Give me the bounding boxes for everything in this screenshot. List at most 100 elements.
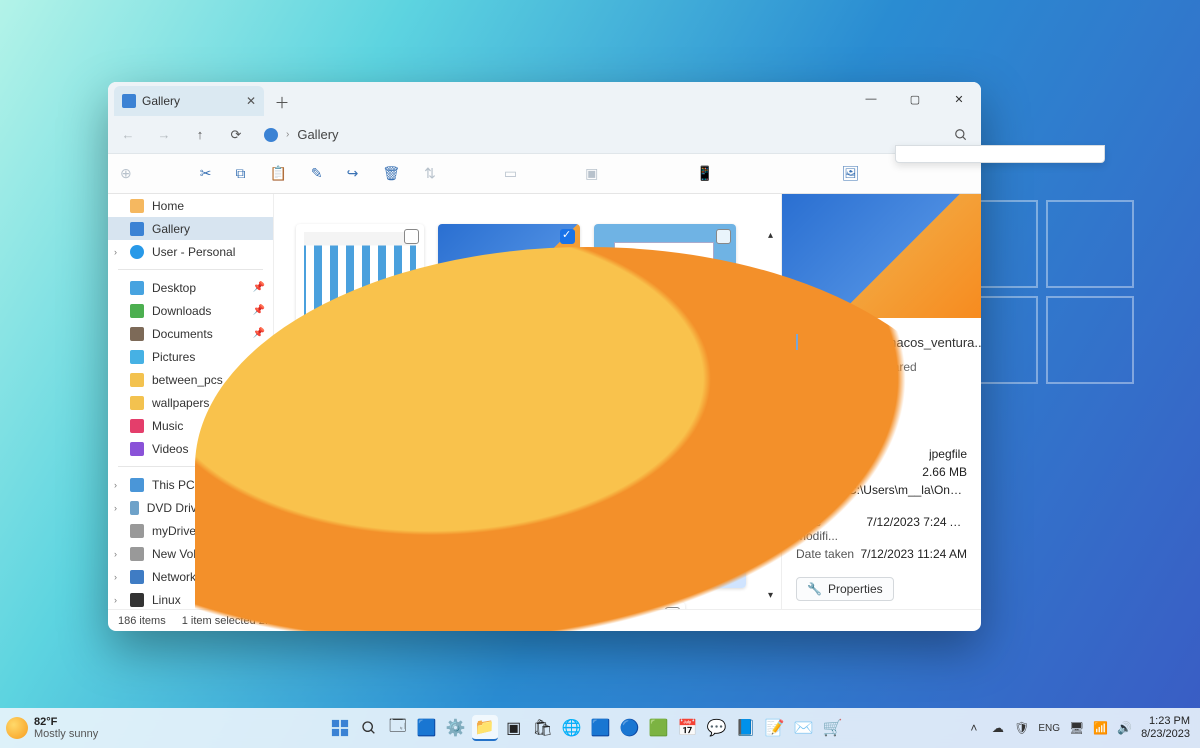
minimize-button[interactable]: —	[849, 82, 893, 116]
sidebar-item-downloads[interactable]: Downloads 📌	[108, 299, 273, 322]
widgets-icon[interactable]: 🟦	[414, 715, 440, 741]
copilot-icon[interactable]: 🛍	[530, 715, 556, 741]
pin-icon[interactable]: 📌	[253, 282, 265, 293]
breadcrumb[interactable]: › Gallery	[264, 127, 933, 142]
gallery-icon	[122, 94, 136, 108]
wifi-tray-icon[interactable]: 📶	[1093, 721, 1108, 736]
sidebar-label: Downloads	[152, 304, 211, 318]
sidebar-item-gallery[interactable]: Gallery	[108, 217, 273, 240]
rename-icon[interactable]: ✎	[311, 165, 323, 183]
thumbnail-checkbox[interactable]	[404, 229, 419, 244]
phone-link-icon[interactable]: 📱	[696, 165, 713, 183]
paste-icon[interactable]: 📋	[269, 165, 286, 183]
tab-gallery[interactable]: Gallery ✕	[114, 86, 264, 116]
sort-icon[interactable]: ⇅	[424, 165, 436, 183]
taskbar-time: 1:23 PM	[1141, 715, 1190, 728]
dvd-icon	[130, 501, 139, 515]
refresh-icon[interactable]: ⟳	[228, 127, 244, 143]
chevron-right-icon[interactable]: ›	[114, 247, 117, 257]
taskbar-date: 8/23/2023	[1141, 728, 1190, 741]
search-icon[interactable]	[953, 127, 969, 143]
onedrive-tray-icon[interactable]: ☁	[990, 721, 1005, 736]
folder-icon	[130, 396, 144, 410]
taskbar-weather[interactable]: 82°F Mostly sunny	[6, 716, 206, 740]
background-icon[interactable]: 🖼	[842, 165, 860, 183]
window-tab-bar: Gallery ✕ ＋ — ▢ ✕	[108, 82, 981, 116]
chevron-right-icon[interactable]: ›	[114, 549, 117, 559]
file-explorer-icon[interactable]: 📁	[472, 715, 498, 741]
copy-icon[interactable]: ⧉	[235, 165, 245, 183]
tab-title: Gallery	[142, 94, 180, 108]
jpeg-file-icon	[796, 334, 798, 350]
share-icon[interactable]: ↪	[347, 165, 359, 183]
sidebar-item-documents[interactable]: Documents 📌	[108, 322, 273, 345]
thumbnail-checkbox[interactable]	[560, 229, 575, 244]
chevron-right-icon[interactable]: ›	[114, 595, 117, 605]
collapse-up-icon[interactable]: ▴	[768, 230, 773, 241]
calendar-app-icon[interactable]: 📅	[675, 715, 701, 741]
file-preview	[782, 194, 981, 318]
volume-tray-icon[interactable]: 🔊	[1117, 721, 1132, 736]
close-tab-icon[interactable]: ✕	[246, 94, 256, 108]
sidebar-item-user[interactable]: › User - Personal	[108, 240, 273, 263]
sidebar-label: Music	[152, 419, 183, 433]
sidebar-label: User - Personal	[152, 245, 235, 259]
pin-icon[interactable]: 📌	[253, 305, 265, 316]
maximize-button[interactable]: ▢	[893, 82, 937, 116]
sidebar-label: Network	[152, 570, 196, 584]
taskbar: 82°F Mostly sunny 🗔 🟦 ⚙️ 📁 ▣ 🛍 🌐 🟦 🔵 🟩 📅…	[0, 708, 1200, 748]
taskbar-clock[interactable]: 1:23 PM 8/23/2023	[1141, 715, 1194, 740]
terminal-icon[interactable]: ▣	[501, 715, 527, 741]
chevron-right-icon[interactable]: ›	[114, 480, 117, 490]
sidebar-label: Desktop	[152, 281, 196, 295]
network-icon	[130, 570, 144, 584]
tray-chevron-icon[interactable]: ˄	[966, 721, 981, 736]
new-tab-button[interactable]: ＋	[268, 88, 296, 116]
sidebar-label: wallpapers	[152, 396, 209, 410]
thumbnail-checkbox[interactable]	[716, 229, 731, 244]
sidebar-label: Pictures	[152, 350, 195, 364]
gallery-icon	[264, 128, 278, 142]
tooltip-popup	[895, 145, 1105, 163]
search-taskbar-icon[interactable]	[356, 715, 382, 741]
sidebar-item-desktop[interactable]: Desktop 📌	[108, 276, 273, 299]
slideshow-icon[interactable]: ▣	[585, 165, 598, 183]
settings-app-icon[interactable]: ⚙️	[443, 715, 469, 741]
view-icon[interactable]: ▭	[504, 165, 517, 183]
file-explorer-window: Gallery ✕ ＋ — ▢ ✕ ← → ↑ ⟳ › Gallery ⊕ ✂ …	[108, 82, 981, 631]
documents-icon	[130, 327, 144, 341]
sidebar-label: between_pcs	[152, 373, 223, 387]
chevron-right-icon[interactable]: ›	[114, 572, 117, 582]
nav-forward-icon[interactable]: →	[156, 127, 172, 143]
music-icon	[130, 419, 144, 433]
vscode-icon[interactable]: 🟦	[588, 715, 614, 741]
store-icon[interactable]: 🛒	[820, 715, 846, 741]
todo-app-icon[interactable]: 🟩	[646, 715, 672, 741]
home-icon	[130, 199, 144, 213]
language-indicator[interactable]: ENG	[1038, 721, 1060, 736]
delete-icon[interactable]: 🗑	[382, 165, 400, 183]
breadcrumb-label: Gallery	[297, 127, 338, 142]
start-icon[interactable]	[327, 715, 353, 741]
edge-icon[interactable]: 🌐	[559, 715, 585, 741]
word-icon[interactable]: 📘	[733, 715, 759, 741]
weather-icon	[6, 717, 28, 739]
chevron-right-icon[interactable]: ›	[114, 503, 117, 513]
pin-icon[interactable]: 📌	[253, 328, 265, 339]
sidebar-item-home[interactable]: Home	[108, 194, 273, 217]
chrome-icon[interactable]: 🔵	[617, 715, 643, 741]
notes-icon[interactable]: 📝	[762, 715, 788, 741]
task-view-icon[interactable]: 🗔	[385, 715, 411, 741]
downloads-icon	[130, 304, 144, 318]
details-pane: 1654590747_macos_ventura... This item is…	[781, 194, 981, 609]
security-tray-icon[interactable]: 🛡	[1014, 721, 1029, 736]
close-window-button[interactable]: ✕	[937, 82, 981, 116]
teams-icon[interactable]: 💬	[704, 715, 730, 741]
drive-icon	[130, 524, 144, 538]
new-item-icon[interactable]: ⊕	[120, 165, 132, 183]
nav-back-icon[interactable]: ←	[120, 127, 136, 143]
nav-up-icon[interactable]: ↑	[192, 127, 208, 143]
cut-icon[interactable]: ✂	[200, 165, 212, 183]
network-tray-icon[interactable]: 🖥	[1069, 721, 1084, 736]
mail-icon[interactable]: ✉️	[791, 715, 817, 741]
